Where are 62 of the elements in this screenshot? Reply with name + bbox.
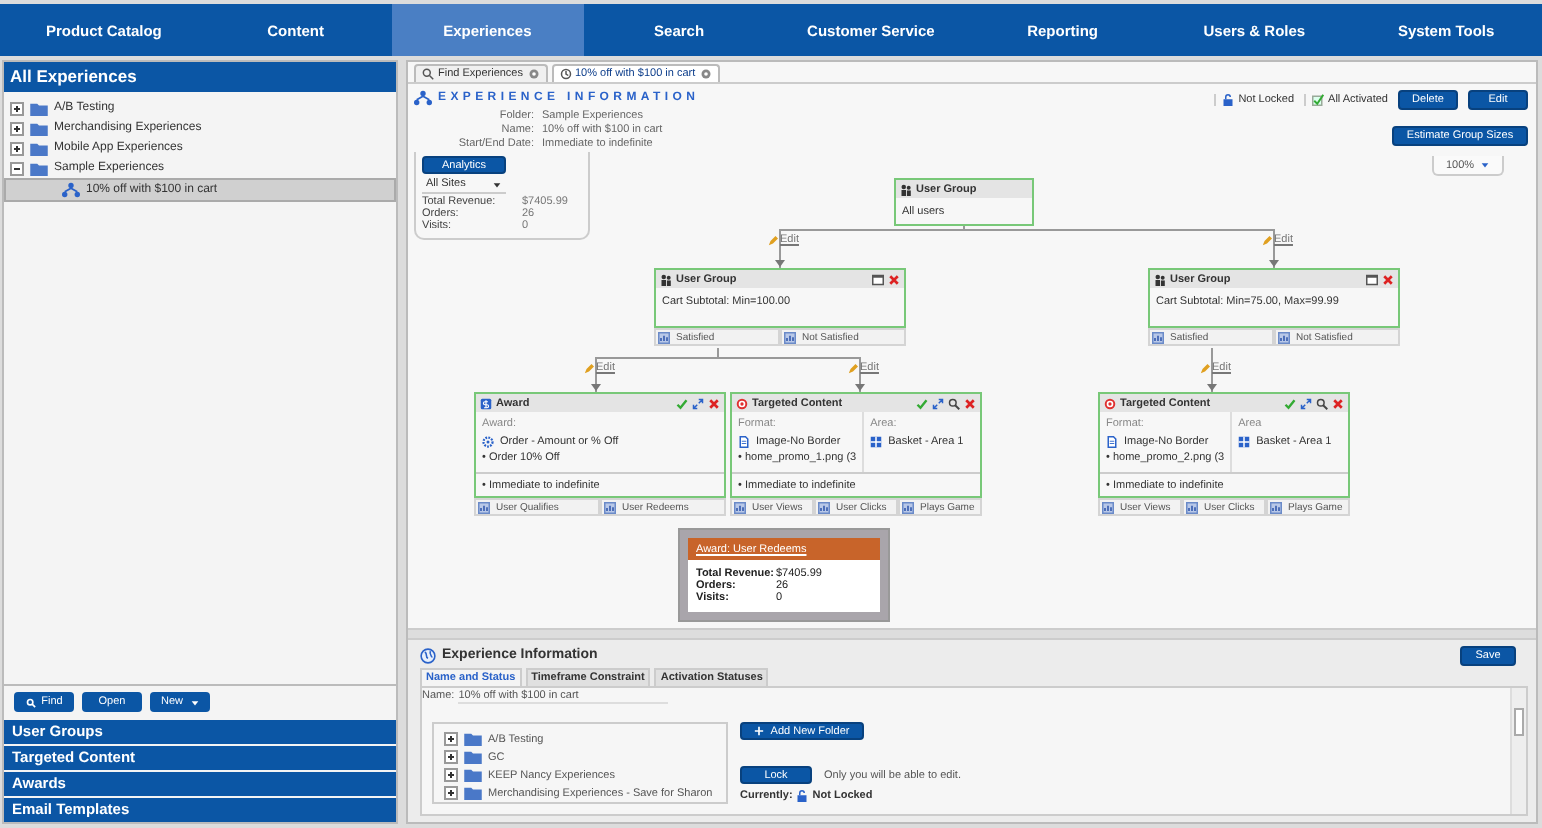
plus-icon — [754, 726, 765, 736]
caret-icon — [189, 697, 199, 707]
users-icon — [900, 183, 912, 195]
close-icon[interactable] — [708, 397, 720, 409]
chart-icon — [1278, 331, 1290, 343]
chart-icon — [734, 501, 746, 513]
users-icon — [660, 273, 672, 285]
chart-icon — [818, 501, 830, 513]
window-icon[interactable] — [872, 273, 884, 285]
caret-icon — [492, 179, 502, 189]
target-icon — [736, 397, 748, 409]
checkbox-icon — [1312, 94, 1325, 106]
globe-icon — [420, 647, 436, 663]
pencil-icon — [848, 363, 858, 373]
search-icon — [422, 68, 434, 80]
document-icon — [1106, 436, 1118, 448]
document-icon — [738, 436, 750, 448]
grid-icon — [870, 436, 883, 448]
search-icon — [25, 697, 36, 707]
close-icon[interactable] — [1332, 397, 1344, 409]
chart-icon — [604, 501, 616, 513]
close-icon[interactable] — [964, 397, 976, 409]
check-icon[interactable] — [1284, 397, 1296, 409]
pencil-icon — [1262, 235, 1272, 245]
clock-icon — [559, 68, 571, 80]
lock-icon — [796, 790, 809, 802]
expand-icon[interactable] — [1300, 397, 1312, 409]
grid-icon — [1238, 436, 1251, 448]
pencil-icon — [584, 363, 594, 373]
splitter-handle[interactable] — [408, 628, 1536, 640]
expand-icon[interactable] — [932, 397, 944, 409]
target-icon — [1104, 397, 1116, 409]
pencil-icon — [1200, 363, 1210, 373]
scrollbar[interactable] — [1510, 688, 1526, 814]
lock-icon — [1222, 94, 1235, 106]
search-icon[interactable] — [1316, 397, 1328, 409]
connector-line — [1207, 347, 1217, 393]
caret-icon — [1480, 160, 1491, 170]
check-icon[interactable] — [676, 397, 688, 409]
close-icon[interactable] — [888, 273, 900, 285]
chart-icon — [1186, 501, 1198, 513]
close-icon[interactable] — [527, 68, 539, 80]
dollar-icon — [480, 397, 492, 409]
expand-icon[interactable] — [692, 397, 704, 409]
flow-icon — [62, 182, 80, 198]
chart-icon — [784, 331, 796, 343]
chart-icon — [478, 501, 490, 513]
flow-icon — [414, 90, 432, 106]
chart-icon — [902, 501, 914, 513]
close-icon[interactable] — [1382, 273, 1394, 285]
chart-icon — [1270, 501, 1282, 513]
chart-icon — [1152, 331, 1164, 343]
close-icon[interactable] — [699, 68, 712, 80]
search-icon[interactable] — [948, 397, 960, 409]
pencil-icon — [768, 235, 778, 245]
users-icon — [1154, 273, 1166, 285]
chart-icon — [1102, 501, 1114, 513]
check-icon[interactable] — [916, 397, 928, 409]
gear-icon — [482, 436, 494, 448]
window-icon[interactable] — [1366, 273, 1378, 285]
chart-icon — [658, 331, 670, 343]
panel-title: All Experiences — [4, 62, 396, 92]
